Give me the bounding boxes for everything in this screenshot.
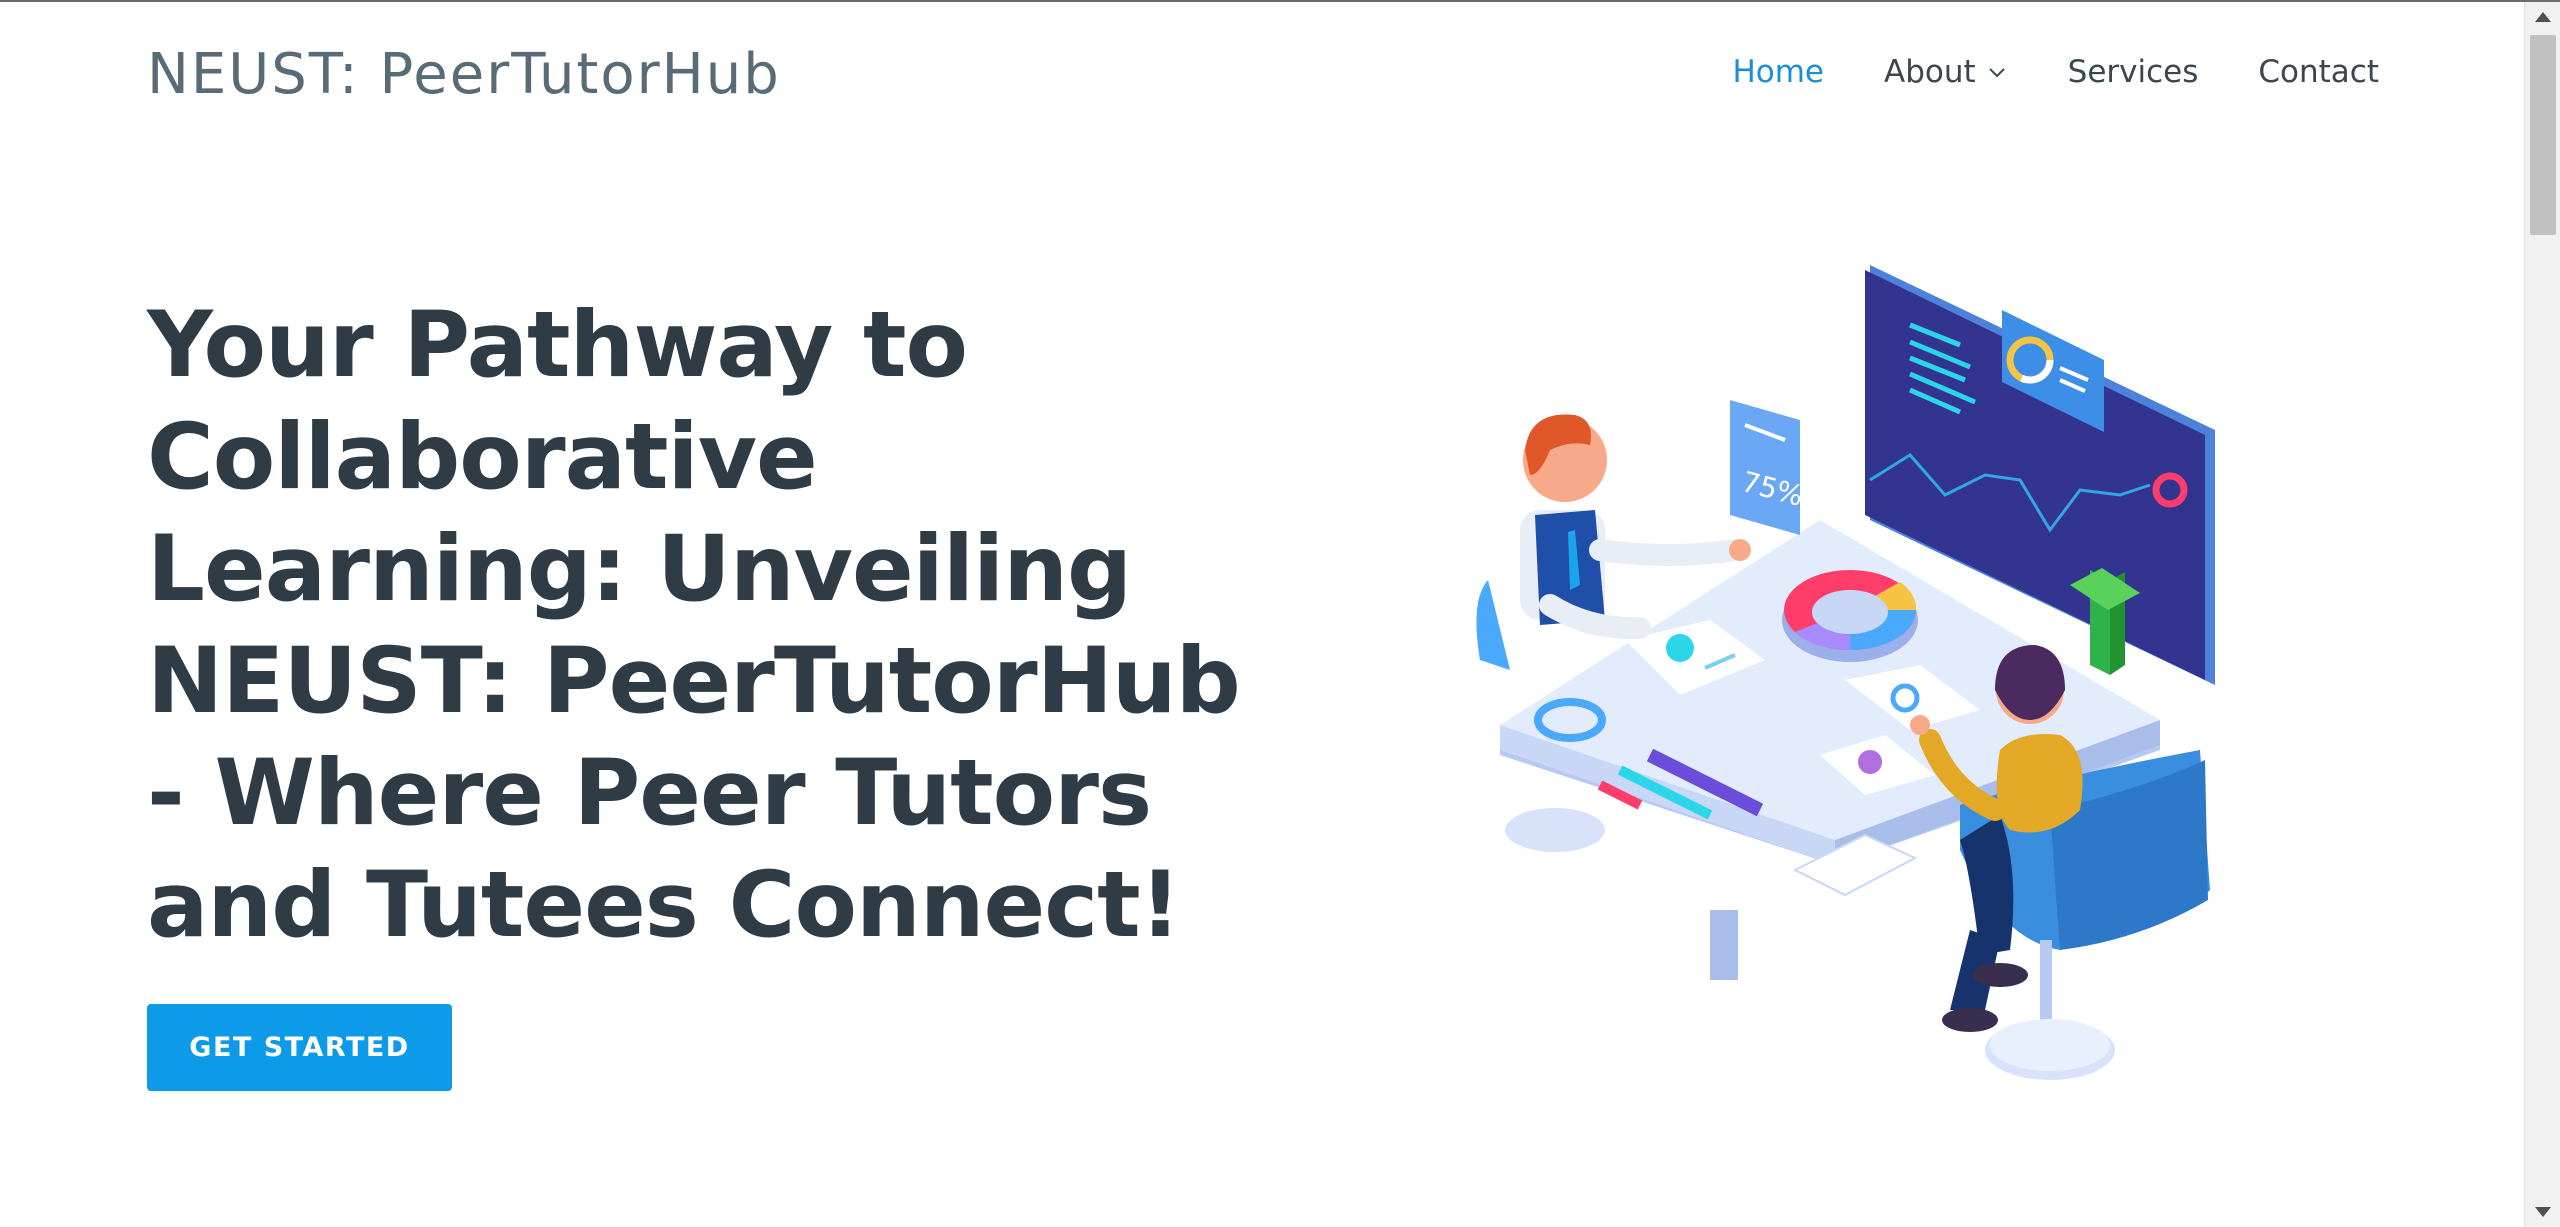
nav-home-label: Home bbox=[1732, 54, 1824, 90]
nav-home[interactable]: Home bbox=[1732, 54, 1824, 90]
site-header: NEUST: PeerTutorHub Home About Services … bbox=[0, 2, 2524, 142]
site-logo[interactable]: NEUST: PeerTutorHub bbox=[147, 42, 781, 107]
scroll-up-icon[interactable] bbox=[2535, 12, 2551, 22]
hero-title: Your Pathway to Collaborative Learning: … bbox=[147, 293, 1241, 958]
nav-services[interactable]: Services bbox=[2068, 54, 2199, 90]
nav-about[interactable]: About bbox=[1884, 54, 2008, 90]
chevron-down-icon bbox=[1988, 68, 2005, 78]
hero-illustration: 75% bbox=[1476, 265, 2215, 1080]
nav-services-label: Services bbox=[2067, 54, 2199, 90]
page: NEUST: PeerTutorHub Home About Services … bbox=[0, 0, 2560, 1227]
nav-contact[interactable]: Contact bbox=[2258, 54, 2379, 90]
nav-about-label: About bbox=[1884, 54, 1976, 90]
scroll-thumb[interactable] bbox=[2530, 35, 2556, 235]
get-started-button[interactable]: GET STARTED bbox=[147, 1004, 452, 1091]
scroll-down-icon[interactable] bbox=[2535, 1207, 2551, 1217]
page-scrollbar[interactable] bbox=[2524, 2, 2560, 1227]
nav-contact-label: Contact bbox=[2258, 54, 2379, 90]
percent-card: 75% bbox=[1730, 400, 1807, 535]
main-nav: Home About Services Contact bbox=[1732, 54, 2379, 90]
